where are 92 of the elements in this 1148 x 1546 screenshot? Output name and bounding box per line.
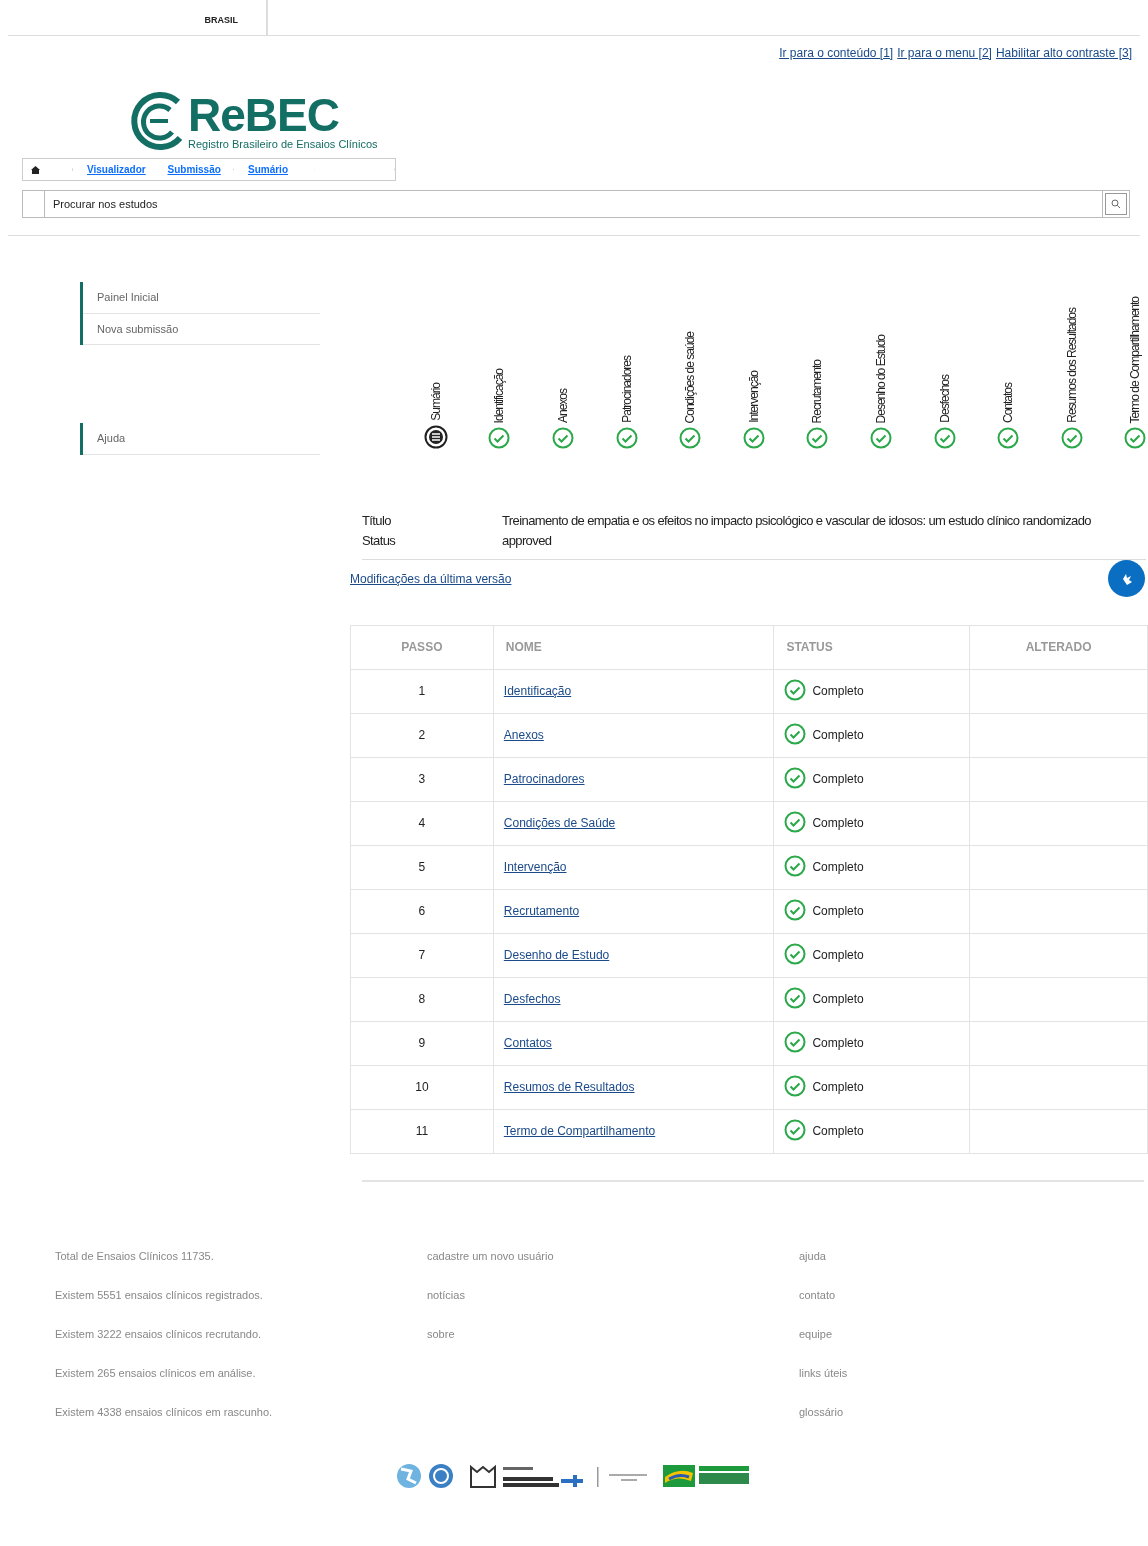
table-cell: 4 (350, 801, 494, 845)
status-text: Completo (812, 1079, 864, 1096)
step-tab[interactable]: Patrocinadores (617, 356, 636, 423)
check-circle-icon (742, 427, 765, 449)
step-tab[interactable]: Recrutamento (808, 359, 827, 423)
status-text: Completo (812, 903, 864, 920)
status-text: Completo (812, 683, 864, 700)
field-label: Título (362, 512, 392, 530)
status-text: Completo (812, 1123, 864, 1140)
status-text: Completo (812, 727, 864, 744)
column-header: NOME (493, 625, 774, 669)
footer-stat: Existem 5551 ensaios clínicos registrados. (55, 1287, 264, 1303)
table-cell: 5 (350, 845, 494, 889)
footer-link[interactable]: sobre (427, 1325, 799, 1365)
step-link[interactable]: Intervenção (503, 860, 567, 874)
search-field[interactable]: Procurar nos estudos (44, 190, 1102, 218)
footer-link[interactable]: contato (799, 1286, 1148, 1326)
step-tab[interactable]: Anexos (554, 388, 572, 423)
table-cell: 1 (350, 669, 494, 713)
table-cell: 11 (350, 1109, 494, 1153)
field-value: approved (502, 532, 552, 550)
step-link[interactable]: Desfechos (503, 992, 561, 1006)
column-header: ALTERADO (969, 625, 1148, 669)
step-link[interactable]: Identificação (503, 684, 572, 698)
footer-stat: Existem 3222 ensaios clínicos recrutando. (55, 1326, 263, 1342)
table-cell: 2 (350, 713, 494, 757)
logo-title: ReBEC (188, 91, 339, 138)
table-cell: 9 (350, 1021, 494, 1065)
table-cell: 3 (350, 757, 494, 801)
brand-label: BRASIL (204, 15, 238, 25)
column-header: STATUS (773, 625, 970, 669)
step-tab[interactable]: Desfechos (935, 375, 954, 423)
check-circle-icon (488, 427, 511, 449)
step-tab[interactable]: Desenho do Estudo (871, 334, 890, 423)
step-link[interactable]: Recrutamento (503, 904, 580, 918)
footer-link[interactable]: ajuda (799, 1247, 1148, 1287)
step-tab[interactable]: Identificação (490, 368, 509, 423)
step-link[interactable]: Resumos de Resultados (503, 1080, 635, 1094)
footer-link[interactable]: equipe (799, 1325, 1148, 1365)
status-text: Completo (812, 815, 864, 832)
step-link[interactable]: Contatos (503, 1036, 552, 1050)
logo-subtitle: Registro Brasileiro de Ensaios Clínicos (188, 136, 378, 152)
check-circle-icon (806, 427, 829, 449)
check-circle-icon (615, 427, 638, 449)
footer-link[interactable]: glossário (799, 1403, 1148, 1443)
column-header: PASSO (350, 625, 494, 669)
table-cell: 10 (350, 1065, 494, 1109)
check-circle-icon (933, 427, 956, 449)
step-link[interactable]: Termo de Compartilhamento (503, 1124, 656, 1138)
sidebar-item[interactable]: Ajuda (83, 423, 320, 455)
check-circle-icon (1124, 427, 1147, 449)
step-tab[interactable]: Resumos dos Resultados (1062, 308, 1081, 423)
status-text: Completo (812, 859, 864, 876)
accessibility-link[interactable]: Ir para o menu [2] (897, 44, 992, 62)
footer-stat: Total de Ensaios Clínicos 11735. (55, 1248, 215, 1264)
changes-link[interactable]: Modificações da última versão (350, 570, 512, 588)
step-link[interactable]: Desenho de Estudo (503, 948, 610, 962)
step-tab[interactable]: Sumário (426, 383, 445, 421)
status-text: Completo (812, 991, 864, 1008)
check-circle-icon (552, 427, 574, 449)
table-cell: 6 (350, 889, 494, 933)
step-tab[interactable]: Condições de saúde (681, 331, 700, 423)
step-link[interactable]: Condições de Saúde (503, 816, 616, 830)
field-value: Treinamento de empatia e os efeitos no impacto psicológico e vascular de idosos: um estudo clínico randomizado (502, 512, 1091, 530)
check-circle-icon (869, 427, 892, 449)
status-text: Completo (812, 1035, 864, 1052)
footer-stat: Existem 4338 ensaios clínicos em rascunho. (55, 1404, 274, 1420)
footer-link[interactable]: cadastre um novo usuário (427, 1247, 799, 1287)
footer-stat: Existem 265 ensaios clínicos em análise. (55, 1365, 257, 1381)
accessibility-link[interactable]: Ir para o conteúdo [1] (779, 44, 894, 62)
status-text: Completo (812, 771, 864, 788)
check-circle-icon (679, 427, 702, 449)
sidebar-item[interactable]: Painel Inicial (83, 282, 320, 314)
step-link[interactable]: Anexos (503, 728, 544, 742)
table-cell: 8 (350, 977, 494, 1021)
step-tab[interactable]: Termo de Compartilhamento (1126, 296, 1145, 423)
step-link[interactable]: Patrocinadores (503, 772, 585, 786)
field-label: Status (362, 532, 397, 550)
footer-link[interactable]: notícias (427, 1286, 799, 1326)
footer-link[interactable]: links úteis (799, 1364, 1148, 1404)
status-text: Completo (812, 947, 864, 964)
check-circle-icon (1060, 427, 1083, 449)
search-button[interactable] (1102, 190, 1130, 218)
list-icon (423, 425, 448, 449)
step-tab[interactable]: Intervenção (744, 371, 763, 423)
table-cell: 7 (350, 933, 494, 977)
sidebar-item[interactable]: Nova submissão (83, 313, 320, 345)
accessibility-button[interactable] (1108, 560, 1145, 597)
check-circle-icon (997, 427, 1020, 449)
step-tab[interactable]: Contatos (999, 382, 1018, 423)
accessibility-link[interactable]: Habilitar alto contraste [3] (995, 44, 1132, 62)
search-icon (1111, 199, 1121, 209)
